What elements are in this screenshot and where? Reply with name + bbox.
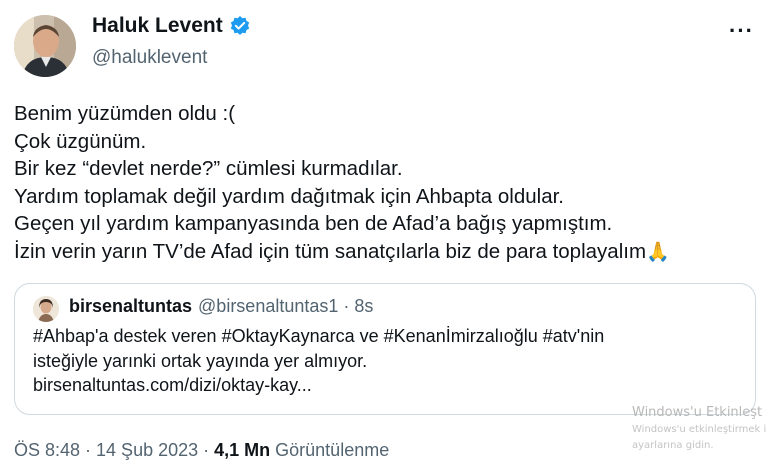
author-name[interactable]: Haluk Levent	[92, 14, 223, 38]
quote-meta: @birsenaltuntas1 · 8s	[198, 296, 374, 316]
quoted-tweet[interactable]: birsenaltuntas @birsenaltuntas1 · 8s #Ahb…	[14, 283, 756, 415]
activation-watermark-text: ayarlarına gidin.	[632, 440, 714, 451]
author-name-row[interactable]: Haluk Levent	[92, 14, 251, 38]
pray-emoji-icon: 🙏	[646, 241, 670, 263]
verified-badge-icon	[229, 15, 251, 37]
tweet-line: Bir kez “devlet nerde?” cümlesi kurmadıl…	[14, 157, 403, 180]
tweet-line: Yardım toplamak değil yardım dağıtmak iç…	[14, 184, 564, 208]
tweet-timestamp[interactable]: ÖS 8:48 · 14 Şub 2023 ·	[14, 440, 214, 460]
view-count-label: Görüntülenme	[270, 440, 390, 460]
more-dots-icon[interactable]: ···	[729, 18, 754, 44]
activation-watermark-title: Windows'u Etkinleşt	[632, 405, 763, 420]
tweet-line: İzin verin yarın TV’de Afad için tüm san…	[14, 239, 647, 263]
view-count: 4,1 Mn	[214, 440, 271, 460]
quote-line: #Ahbap'a destek veren #OktayKaynarca ve …	[33, 326, 605, 346]
tweet-line: Çok üzgünüm.	[14, 129, 147, 153]
quote-link[interactable]: birsenaltuntas.com/dizi/oktay-kay...	[33, 373, 743, 398]
quote-header: birsenaltuntas @birsenaltuntas1 · 8s	[69, 296, 373, 317]
tweet-line: Benim yüzümden oldu :(	[14, 102, 236, 125]
author-avatar[interactable]	[14, 15, 76, 77]
tweet-text: Benim yüzümden oldu :( Çok üzgünüm. Bir …	[14, 100, 758, 265]
tweet-line-last: İzin verin yarın TV’de Afad için tüm san…	[14, 238, 758, 266]
tweet-footer: ÖS 8:48 · 14 Şub 2023 · 4,1 Mn Görüntüle…	[14, 440, 389, 461]
tweet-line: Geçen yıl yardım kampanyasında ben de Af…	[14, 212, 613, 235]
quote-line: isteğiyle yarınki ortak yayında yer almı…	[33, 350, 368, 371]
quote-avatar-image	[33, 296, 59, 322]
quote-text: #Ahbap'a destek veren #OktayKaynarca ve …	[33, 324, 743, 398]
author-avatar-image	[14, 15, 76, 77]
activation-watermark-text: Windows'u etkinleştirmek i	[632, 424, 767, 435]
author-handle[interactable]: @haluklevent	[92, 47, 207, 69]
quote-author-name[interactable]: birsenaltuntas	[69, 296, 192, 316]
quote-author-avatar[interactable]	[33, 296, 59, 322]
